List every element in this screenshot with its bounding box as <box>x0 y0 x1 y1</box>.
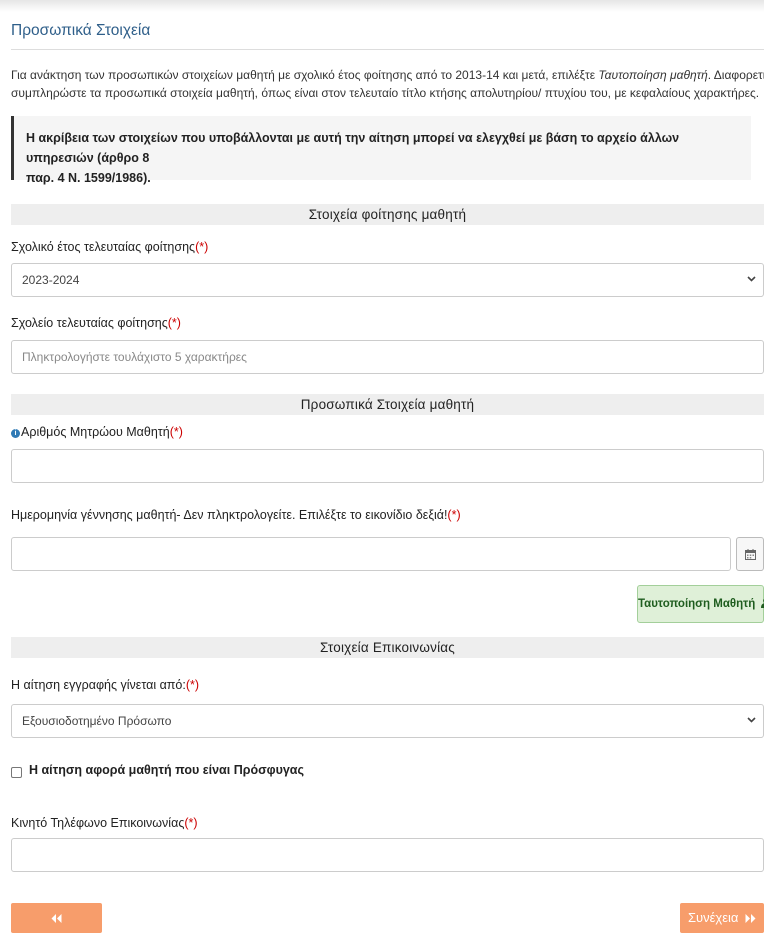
info-icon[interactable]: i <box>11 429 20 438</box>
required-mark: (*) <box>169 425 183 439</box>
registry-number-label: i Αριθμός Μητρώου Μαθητή(*) <box>11 425 183 439</box>
section-header-attendance: Στοιχεία φοίτησης μαθητή <box>11 204 764 225</box>
required-mark: (*) <box>447 508 461 522</box>
required-mark: (*) <box>185 678 200 692</box>
back-button[interactable] <box>11 903 102 933</box>
top-shadow <box>0 0 764 12</box>
phone-label: Κινητό Τηλέφωνο Επικοινωνίας(*) <box>11 816 198 830</box>
accuracy-note: Η ακρίβεια των στοιχείων που υποβάλλοντα… <box>11 116 751 185</box>
applicant-select[interactable]: Εξουσιοδοτημένο Πρόσωπο <box>11 704 764 738</box>
section-header-personal: Προσωπικά Στοιχεία μαθητή <box>11 394 764 415</box>
registry-number-input[interactable] <box>11 449 764 483</box>
user-icon <box>760 598 764 608</box>
school-year-label: Σχολικό έτος τελευταίας φοίτησης(*) <box>11 240 209 254</box>
intro-text: Για ανάκτηση των προσωπικών στοιχείων μα… <box>11 66 764 102</box>
school-label: Σχολείο τελευταίας φοίτησης(*) <box>11 316 181 330</box>
double-chevron-right-icon <box>745 914 756 923</box>
required-mark: (*) <box>184 816 198 830</box>
refugee-checkbox[interactable] <box>11 767 22 778</box>
school-input[interactable]: Πληκτρολογήστε τουλάχιστο 5 χαρακτήρες <box>11 340 764 374</box>
birthdate-label: Ημερομηνία γέννησης μαθητή- Δεν πληκτρολ… <box>11 508 461 522</box>
applicant-label: Η αίτηση εγγραφής γίνεται από:(*) <box>11 678 200 692</box>
page-title: Προσωπικά Στοιχεία <box>11 22 151 39</box>
title-divider <box>11 49 764 50</box>
intro-verify-hint: Ταυτοποίηση μαθητή <box>598 68 708 82</box>
calendar-button[interactable] <box>736 537 764 571</box>
calendar-icon <box>745 549 756 560</box>
verify-student-button[interactable]: Ταυτοποίηση Μαθητή <box>637 585 764 623</box>
section-header-contact: Στοιχεία Επικοινωνίας <box>11 637 764 658</box>
refugee-checkbox-label[interactable]: Η αίτηση αφορά μαθητή που είναι Πρόσφυγα… <box>29 763 304 777</box>
birthdate-input[interactable] <box>11 537 731 571</box>
intro-line-2: συμπληρώστε τα προσωπικά στοιχεία μαθητή… <box>11 86 760 100</box>
school-year-select[interactable]: 2023-2024 <box>11 263 764 297</box>
required-mark: (*) <box>167 316 181 330</box>
chevron-down-icon <box>747 705 756 737</box>
required-mark: (*) <box>195 240 209 254</box>
phone-input[interactable] <box>11 838 764 872</box>
double-chevron-left-icon <box>51 914 62 923</box>
intro-line-1: Για ανάκτηση των προσωπικών στοιχείων μα… <box>11 68 764 82</box>
chevron-down-icon <box>747 264 756 296</box>
continue-button[interactable]: Συνέχεια <box>680 903 764 933</box>
